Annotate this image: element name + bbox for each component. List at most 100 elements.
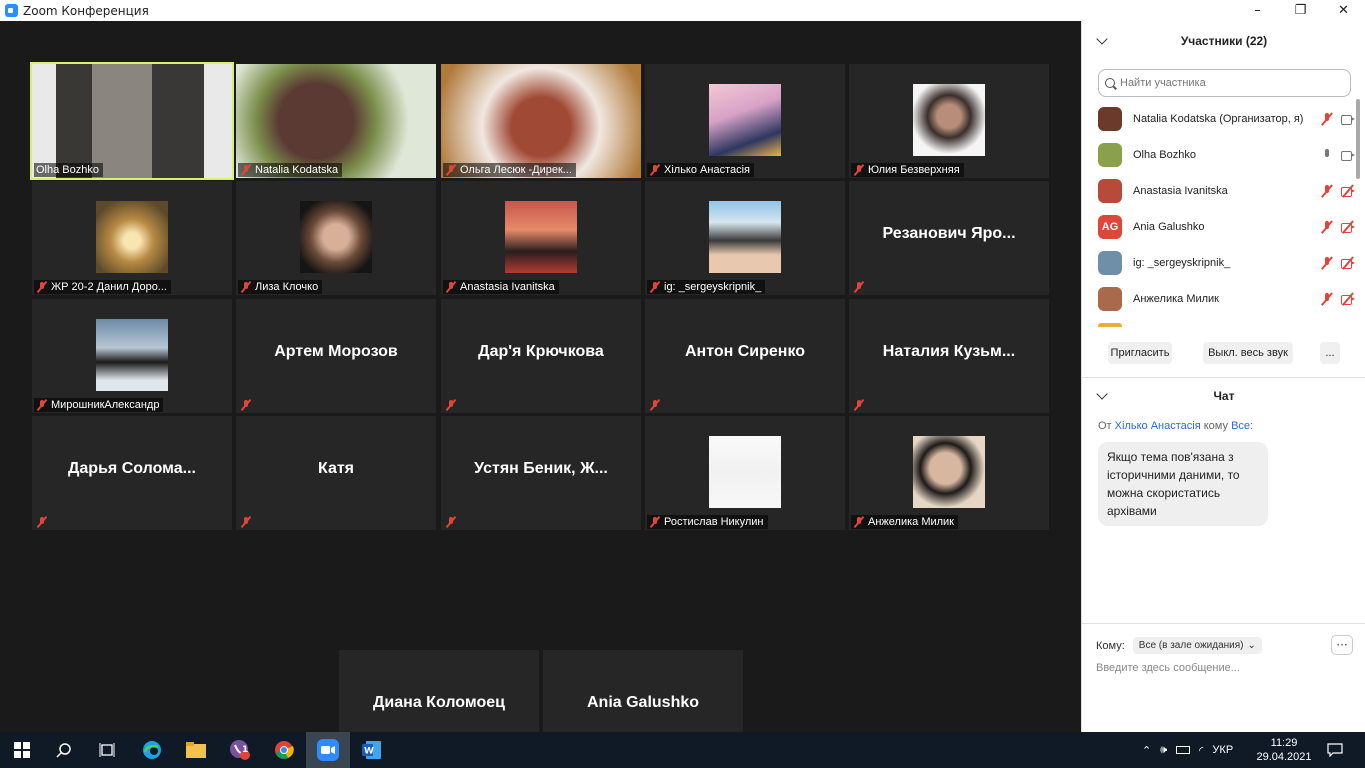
participant-photo xyxy=(913,436,985,508)
task-view-button[interactable] xyxy=(85,732,129,768)
video-tile[interactable]: ЖР 20-2 Данил Доро... xyxy=(32,181,232,295)
chat-input[interactable]: Введите здесь сообщение... xyxy=(1096,662,1240,674)
file-explorer-button[interactable] xyxy=(174,732,218,768)
video-tile[interactable]: Наталия Кузьм... xyxy=(849,299,1049,413)
participant-label: Хілько Анастасія xyxy=(647,163,755,177)
participant-scrollbar[interactable] xyxy=(1356,99,1360,179)
chat-more-button[interactable]: ··· xyxy=(1331,635,1353,655)
mic-muted-icon xyxy=(36,516,48,528)
video-tile[interactable]: Natalia Kodatska xyxy=(236,64,436,178)
notification-badge: 1 xyxy=(242,745,249,755)
video-tile[interactable]: Устян Беник, Ж... xyxy=(441,416,641,530)
participant-row[interactable]: Anastasia Ivanitska xyxy=(1082,173,1358,209)
divider xyxy=(1082,377,1365,378)
participant-name-large: Антон Сиренко xyxy=(684,343,806,360)
participant-label xyxy=(851,398,869,412)
word-icon: W xyxy=(362,741,381,759)
video-tile[interactable]: Дарья Солома... xyxy=(32,416,232,530)
window-title: Zoom Конференция xyxy=(23,3,149,18)
close-button[interactable]: ✕ xyxy=(1322,3,1365,18)
folder-icon xyxy=(186,742,206,758)
video-icon[interactable] xyxy=(1340,112,1356,126)
mic-muted-icon[interactable] xyxy=(1320,184,1334,198)
mute-all-button[interactable]: Выкл. весь звук xyxy=(1203,342,1293,364)
invite-button[interactable]: Пригласить xyxy=(1108,342,1172,364)
participant-row[interactable]: Анжелика Милик xyxy=(1082,281,1358,317)
participants-more-button[interactable]: ... xyxy=(1320,342,1340,364)
system-tray: ⌃ 🕪 ◜ УКР xyxy=(1142,732,1233,768)
edge-button[interactable] xyxy=(130,732,174,768)
video-tile[interactable]: Anastasia Ivanitska xyxy=(441,181,641,295)
video-tile[interactable]: Хілько Анастасія xyxy=(645,64,845,178)
video-tile[interactable]: Ростислав Никулин xyxy=(645,416,845,530)
language-indicator[interactable]: УКР xyxy=(1212,744,1233,756)
avatar xyxy=(1098,323,1122,327)
participant-label: Ростислав Никулин xyxy=(647,515,768,529)
video-tile[interactable]: Резанович Яро... xyxy=(849,181,1049,295)
video-off-icon[interactable] xyxy=(1340,292,1356,306)
participant-search[interactable]: Найти участника xyxy=(1098,69,1351,97)
video-tile[interactable]: Olha Bozhko xyxy=(30,62,234,180)
participant-row[interactable]: Natalia Kodatska (Организатор, я) xyxy=(1082,101,1358,137)
participant-label: Ольга Лесюк -Дирек... xyxy=(443,163,576,177)
chat-recipient[interactable]: Все: xyxy=(1231,420,1253,432)
video-off-icon[interactable] xyxy=(1340,256,1356,270)
chevron-up-icon[interactable]: ⌃ xyxy=(1142,744,1151,757)
clock-date: 29.04.2021 xyxy=(1256,751,1312,763)
video-tile[interactable]: Артем Морозов xyxy=(236,299,436,413)
mic-muted-icon[interactable] xyxy=(1320,292,1334,306)
participant-row[interactable]: Olha Bozhko xyxy=(1082,137,1358,173)
notifications-button[interactable] xyxy=(1327,732,1343,768)
mic-muted-icon[interactable] xyxy=(1320,256,1334,270)
chevron-down-icon[interactable] xyxy=(1096,33,1108,45)
participant-row[interactable]: AG Ania Galushko xyxy=(1082,209,1358,245)
video-off-icon[interactable] xyxy=(1340,220,1356,234)
video-tile[interactable]: Юлия Безверхняя xyxy=(849,64,1049,178)
video-icon[interactable] xyxy=(1340,148,1356,162)
viber-button[interactable]: 1 xyxy=(218,732,262,768)
mic-muted-icon xyxy=(649,281,661,293)
participant-name: Anastasia Ivanitska xyxy=(1133,185,1228,197)
video-tile[interactable]: ig: _sergeyskripnik_ xyxy=(645,181,845,295)
chat-sender[interactable]: Хілько Анастасія xyxy=(1115,420,1201,432)
search-taskbar-button[interactable] xyxy=(42,732,86,768)
participant-row[interactable]: ig: _sergeyskripnik_ xyxy=(1082,245,1358,281)
minimize-button[interactable]: – xyxy=(1236,3,1279,18)
video-tile[interactable]: Катя xyxy=(236,416,436,530)
recipient-select[interactable]: Все (в зале ожидания) ⌄ xyxy=(1132,637,1262,654)
mic-muted-icon xyxy=(649,164,661,176)
edge-icon xyxy=(143,741,161,759)
wifi-icon[interactable]: ◜ xyxy=(1199,744,1203,757)
participant-label xyxy=(238,515,256,529)
zoom-logo-icon xyxy=(5,4,18,17)
volume-icon[interactable]: 🕪 xyxy=(1160,744,1167,757)
participant-name: МирошникАлександр xyxy=(51,399,160,411)
video-tile[interactable]: МирошникАлександр xyxy=(32,299,232,413)
video-tile[interactable]: Антон Сиренко xyxy=(645,299,845,413)
mic-muted-icon[interactable] xyxy=(1320,112,1334,126)
video-tile[interactable]: Ольга Лесюк -Дирек... xyxy=(441,64,641,178)
video-tile[interactable]: Анжелика Милик xyxy=(849,416,1049,530)
mic-muted-icon[interactable] xyxy=(1320,220,1334,234)
clock-time: 11:29 xyxy=(1270,737,1298,749)
mic-icon[interactable] xyxy=(1320,148,1334,162)
search-icon xyxy=(56,743,71,758)
video-tile[interactable]: Дар'я Крючкова xyxy=(441,299,641,413)
video-off-icon[interactable] xyxy=(1340,184,1356,198)
word-button[interactable]: W xyxy=(350,732,394,768)
participant-name-large: Ania Galushko xyxy=(586,694,700,711)
chat-header: Чат xyxy=(1082,381,1365,411)
video-tile[interactable]: Лиза Клочко xyxy=(236,181,436,295)
participant-video xyxy=(236,64,436,178)
start-button[interactable] xyxy=(0,732,44,768)
battery-icon[interactable] xyxy=(1176,746,1191,754)
to-label: Кому: xyxy=(1096,639,1125,652)
notification-icon xyxy=(1327,743,1343,757)
clock[interactable]: 11:29 29.04.2021 xyxy=(1256,732,1312,768)
maximize-button[interactable]: ❐ xyxy=(1279,3,1322,18)
chevron-down-icon[interactable] xyxy=(1096,388,1108,400)
chrome-button[interactable] xyxy=(262,732,306,768)
participant-label: Юлия Безверхняя xyxy=(851,163,964,177)
zoom-taskbar-button[interactable] xyxy=(306,732,350,768)
title-bar: Zoom Конференция xyxy=(0,0,1081,21)
